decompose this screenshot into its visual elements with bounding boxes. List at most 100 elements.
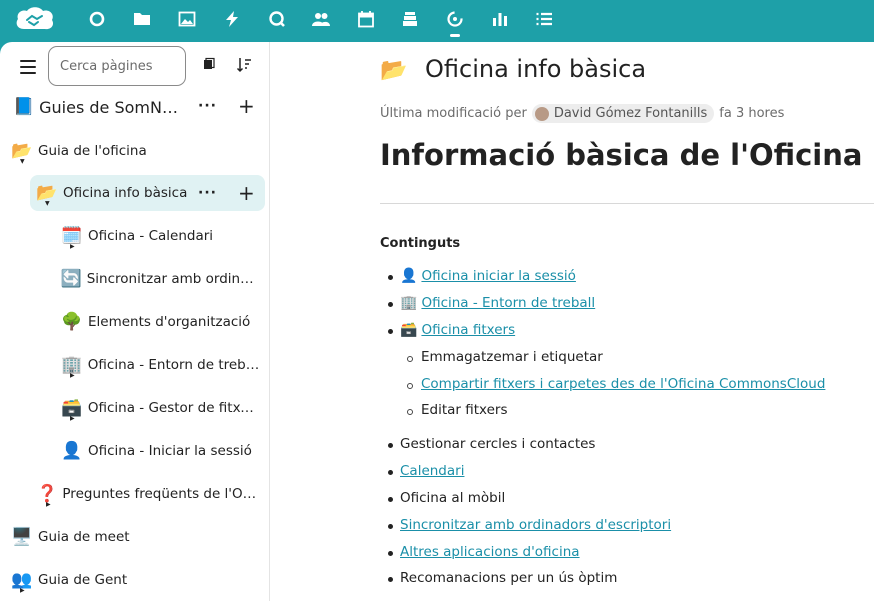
calendar-icon[interactable] xyxy=(354,7,378,31)
link-altres-aplicacions[interactable]: Altres aplicacions d'oficina xyxy=(400,544,580,560)
bullet xyxy=(388,275,393,280)
avatar xyxy=(534,106,549,121)
sidebar-item-guia-meet[interactable]: 🖥️ Guia de meet xyxy=(10,519,260,555)
link-iniciar-sessio[interactable]: Oficina iniciar la sessió xyxy=(421,268,576,284)
bullet xyxy=(388,329,393,334)
list-item: Gestionar cercles i contactes xyxy=(400,436,595,452)
list-item[interactable]: Altres aplicacions d'oficina xyxy=(400,544,580,560)
sidebar-item-label: Guia de meet xyxy=(38,529,130,545)
contacts-icon[interactable] xyxy=(309,7,333,31)
sidebar-item-iniciar[interactable]: 👤 Oficina - Iniciar la sessió xyxy=(60,433,260,469)
bullet xyxy=(388,577,393,582)
page-title[interactable]: Oficina info bàsica xyxy=(425,55,646,83)
bullet xyxy=(388,551,393,556)
page-add-icon[interactable]: + xyxy=(238,183,255,203)
sidebar-item-preguntes[interactable]: ❓ ▶ Preguntes freqüents de l'Ofici... xyxy=(36,476,261,512)
sidebar-item-label: Oficina - Iniciar la sessió xyxy=(88,443,252,459)
circle-icon[interactable] xyxy=(85,7,109,31)
folder-icon[interactable] xyxy=(130,7,154,31)
sidebar-item-calendari[interactable]: 🗓️ ▶ Oficina - Calendari xyxy=(60,218,260,254)
list-item[interactable]: Sincronitzar amb ordinadors d'escriptori xyxy=(400,517,671,533)
list-item: Editar fitxers xyxy=(421,402,508,418)
logo-icon[interactable] xyxy=(14,5,56,33)
link-calendari[interactable]: Calendari xyxy=(400,463,464,479)
menu-icon[interactable] xyxy=(20,60,36,74)
office-building-icon: 🏢 xyxy=(400,295,418,311)
list-item: Emmagatzemar i etiquetar xyxy=(421,349,603,365)
list-item[interactable]: Calendari xyxy=(400,463,464,479)
image-icon[interactable] xyxy=(175,7,199,31)
sidebar-item-label: Elements d'organització xyxy=(88,314,251,330)
list-item-text: Oficina al mòbil xyxy=(400,490,506,506)
list-item[interactable]: 🏢 Oficina - Entorn de treball xyxy=(400,295,595,311)
sidebar-item-label: Guia de Gent xyxy=(38,572,128,588)
page-emoji-icon[interactable]: 📂 xyxy=(380,58,407,83)
meta-prefix: Última modificació per xyxy=(380,106,527,121)
desktop-icon: 🖥️ xyxy=(11,527,33,547)
bullet xyxy=(388,470,393,475)
list-item: Oficina al mòbil xyxy=(400,490,505,506)
sidebar-item-label: Preguntes freqüents de l'Ofici... xyxy=(62,486,261,502)
sidebar-item-label: Oficina - Calendari xyxy=(88,228,214,244)
contents-label: Continguts xyxy=(380,236,461,251)
author-name: David Gómez Fontanills xyxy=(553,106,708,121)
bolt-icon[interactable] xyxy=(220,7,244,31)
bullet xyxy=(407,356,413,362)
active-app-indicator xyxy=(450,34,460,37)
top-app-bar xyxy=(0,0,874,42)
office-building-icon: 🏢 ▶ xyxy=(61,355,83,379)
list-item[interactable]: 🗃️ Oficina fitxers xyxy=(400,322,515,338)
list-item[interactable]: 👤 Oficina iniciar la sessió xyxy=(400,268,576,284)
sidebar-item-label: Oficina - Entorn de treball xyxy=(87,357,260,373)
sidebar-item-guia-gent[interactable]: 👥 ▶ Guia de Gent xyxy=(10,562,260,598)
template-icon[interactable] xyxy=(200,56,218,74)
sidebar-item-label: Sincronitzar amb ordinad... xyxy=(86,271,260,287)
list-item-text: Emmagatzemar i etiquetar xyxy=(421,349,603,365)
collective-header[interactable]: 📘 Guies de SomNú... xyxy=(12,89,182,125)
tree-icon: 🌳 xyxy=(61,312,83,332)
sidebar-item-guia-oficina[interactable]: 📂 ▼ Guia de l'oficina xyxy=(10,133,265,169)
page-more-icon[interactable]: ··· xyxy=(198,185,217,201)
search-bubble-icon[interactable] xyxy=(265,7,289,31)
collective-add-icon[interactable]: + xyxy=(238,96,255,116)
sidebar-item-entorn[interactable]: 🏢 ▶ Oficina - Entorn de treball xyxy=(60,347,260,383)
link-compartir-fitxers[interactable]: Compartir fitxers i carpetes des de l'Of… xyxy=(421,376,825,392)
users-icon: 👥 ▶ xyxy=(11,570,33,594)
sidebar-item-sincronitzar[interactable]: 🔄 Sincronitzar amb ordinad... xyxy=(60,261,260,297)
list-item-text: Gestionar cercles i contactes xyxy=(400,436,596,452)
chart-icon[interactable] xyxy=(488,7,512,31)
link-entorn-treball[interactable]: Oficina - Entorn de treball xyxy=(421,295,595,311)
bullet xyxy=(388,443,393,448)
sidebar-item-oficina-info[interactable]: 📂 ▼ Oficina info bàsica xyxy=(30,175,265,211)
bullet xyxy=(388,524,393,529)
sort-icon[interactable] xyxy=(236,56,254,74)
sidebar-item-elements[interactable]: 🌳 Elements d'organització xyxy=(60,304,260,340)
card-file-box-icon: 🗃️ ▶ xyxy=(61,398,83,422)
calendar-emoji-icon: 🗓️ ▶ xyxy=(61,226,83,250)
collectives-icon[interactable] xyxy=(443,7,467,31)
link-sincronitzar[interactable]: Sincronitzar amb ordinadors d'escriptori xyxy=(400,517,671,533)
card-file-box-icon: 🗃️ xyxy=(400,322,418,338)
content-heading: Informació bàsica de l'Oficina 📂 xyxy=(380,138,874,172)
user-icon: 👤 xyxy=(61,441,83,461)
sidebar-item-label: Oficina info bàsica xyxy=(63,185,188,201)
author-chip[interactable]: David Gómez Fontanills xyxy=(531,104,715,123)
book-icon: 📘 xyxy=(12,97,35,117)
collective-more-icon[interactable]: ··· xyxy=(198,98,217,114)
collective-label: Guies de SomNú... xyxy=(39,97,182,117)
bullet xyxy=(407,383,413,389)
search-pages-input[interactable] xyxy=(48,46,186,86)
last-modified-info: Última modificació per David Gómez Fonta… xyxy=(380,104,784,123)
list-item-text: Recomanacions per un ús òptim xyxy=(400,570,618,586)
sidebar-item-gestor[interactable]: 🗃️ ▶ Oficina - Gestor de fitxers xyxy=(60,390,260,426)
list-icon[interactable] xyxy=(532,7,556,31)
sidebar-item-label: Oficina - Gestor de fitxers xyxy=(87,400,260,416)
bullet xyxy=(388,302,393,307)
list-item-text: Editar fitxers xyxy=(421,402,508,418)
list-item[interactable]: Compartir fitxers i carpetes des de l'Of… xyxy=(421,376,825,392)
stack-icon[interactable] xyxy=(398,7,422,31)
sync-icon: 🔄 xyxy=(60,269,82,289)
divider xyxy=(380,203,874,204)
link-oficina-fitxers[interactable]: Oficina fitxers xyxy=(421,322,515,338)
question-icon: ❓ ▶ xyxy=(36,484,58,508)
